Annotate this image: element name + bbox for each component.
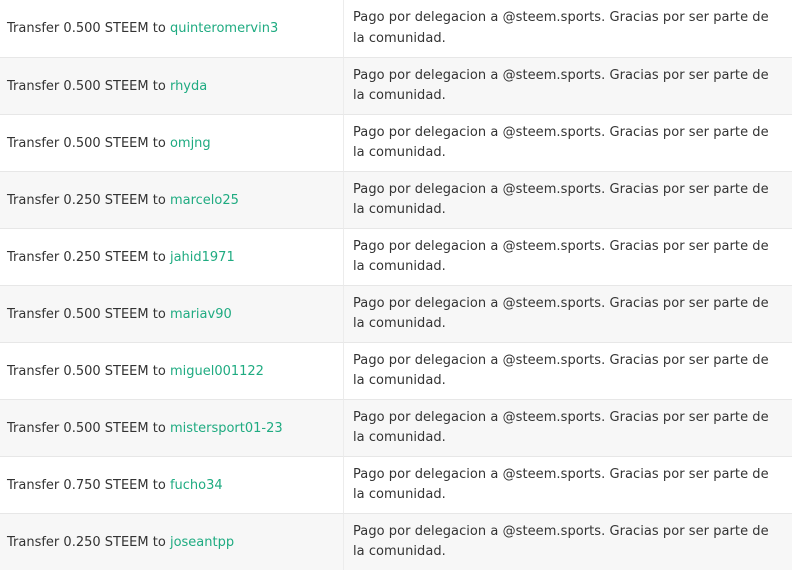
transfer-amount: 0.500 STEEM bbox=[63, 135, 149, 151]
transfer-prefix: Transfer bbox=[7, 534, 60, 550]
transfer-memo: Pago por delegacion a @steem.sports. Gra… bbox=[353, 523, 769, 560]
transfer-operation-cell: Transfer 0.500 STEEM to mariav90 bbox=[0, 285, 344, 342]
transfer-operation-cell: Transfer 0.250 STEEM to joseantpp bbox=[0, 513, 344, 570]
transfer-memo-cell: Pago por delegacion a @steem.sports. Gra… bbox=[344, 114, 792, 171]
transfer-memo-cell: Pago por delegacion a @steem.sports. Gra… bbox=[344, 57, 792, 114]
transfer-memo: Pago por delegacion a @steem.sports. Gra… bbox=[353, 181, 769, 218]
transfer-to-word: to bbox=[152, 363, 166, 379]
transfer-memo-cell: Pago por delegacion a @steem.sports. Gra… bbox=[344, 342, 792, 399]
recipient-account-link[interactable]: fucho34 bbox=[170, 478, 223, 493]
transfer-to-word: to bbox=[152, 249, 166, 265]
transfer-amount: 0.500 STEEM bbox=[63, 420, 149, 436]
transfer-prefix: Transfer bbox=[7, 420, 60, 436]
recipient-account-link[interactable]: joseantpp bbox=[170, 535, 234, 550]
transfer-to-word: to bbox=[152, 192, 166, 208]
transfer-prefix: Transfer bbox=[7, 135, 60, 151]
recipient-account-link[interactable]: jahid1971 bbox=[170, 250, 235, 265]
table-row: Transfer 0.500 STEEM to omjng Pago por d… bbox=[0, 114, 792, 171]
recipient-account-link[interactable]: rhyda bbox=[170, 79, 207, 94]
transfer-amount: 0.500 STEEM bbox=[63, 363, 149, 379]
recipient-account-link[interactable]: quinteromervin3 bbox=[170, 21, 278, 36]
transfer-operation-cell: Transfer 0.500 STEEM to miguel001122 bbox=[0, 342, 344, 399]
transfer-memo-cell: Pago por delegacion a @steem.sports. Gra… bbox=[344, 285, 792, 342]
transfer-amount: 0.250 STEEM bbox=[63, 192, 149, 208]
transfer-amount: 0.500 STEEM bbox=[63, 306, 149, 322]
transfer-prefix: Transfer bbox=[7, 477, 60, 493]
transfer-memo: Pago por delegacion a @steem.sports. Gra… bbox=[353, 295, 769, 332]
recipient-account-link[interactable]: mariav90 bbox=[170, 307, 232, 322]
transfer-prefix: Transfer bbox=[7, 21, 60, 36]
transfer-operation-cell: Transfer 0.500 STEEM to rhyda bbox=[0, 57, 344, 114]
table-row: Transfer 0.500 STEEM to rhyda Pago por d… bbox=[0, 57, 792, 114]
transfer-prefix: Transfer bbox=[7, 192, 60, 208]
transfer-history-table: Transfer 0.500 STEEM to quinteromervin3 … bbox=[0, 0, 792, 570]
transfer-amount: 0.500 STEEM bbox=[63, 78, 149, 94]
transfer-to-word: to bbox=[152, 78, 166, 94]
transfer-memo: Pago por delegacion a @steem.sports. Gra… bbox=[353, 10, 769, 46]
transfer-prefix: Transfer bbox=[7, 306, 60, 322]
transfer-history-body: Transfer 0.500 STEEM to quinteromervin3 … bbox=[0, 0, 792, 570]
transfer-prefix: Transfer bbox=[7, 249, 60, 265]
transfer-amount: 0.250 STEEM bbox=[63, 534, 149, 550]
transfer-amount: 0.250 STEEM bbox=[63, 249, 149, 265]
transfer-amount: 0.500 STEEM bbox=[63, 21, 149, 36]
table-row: Transfer 0.500 STEEM to miguel001122 Pag… bbox=[0, 342, 792, 399]
transfer-to-word: to bbox=[152, 477, 166, 493]
transfer-operation-cell: Transfer 0.500 STEEM to quinteromervin3 bbox=[0, 0, 344, 57]
table-row: Transfer 0.500 STEEM to mariav90 Pago po… bbox=[0, 285, 792, 342]
transfer-memo: Pago por delegacion a @steem.sports. Gra… bbox=[353, 409, 769, 446]
transfer-to-word: to bbox=[152, 420, 166, 436]
transfer-memo: Pago por delegacion a @steem.sports. Gra… bbox=[353, 124, 769, 161]
transfer-to-word: to bbox=[152, 306, 166, 322]
transfer-memo-cell: Pago por delegacion a @steem.sports. Gra… bbox=[344, 456, 792, 513]
recipient-account-link[interactable]: mistersport01-23 bbox=[170, 421, 283, 436]
table-row: Transfer 0.250 STEEM to jahid1971 Pago p… bbox=[0, 228, 792, 285]
transfer-memo-cell: Pago por delegacion a @steem.sports. Gra… bbox=[344, 399, 792, 456]
transfer-operation-cell: Transfer 0.250 STEEM to jahid1971 bbox=[0, 228, 344, 285]
transfer-memo-cell: Pago por delegacion a @steem.sports. Gra… bbox=[344, 513, 792, 570]
transfer-operation-cell: Transfer 0.500 STEEM to mistersport01-23 bbox=[0, 399, 344, 456]
recipient-account-link[interactable]: omjng bbox=[170, 136, 211, 151]
table-row: Transfer 0.500 STEEM to quinteromervin3 … bbox=[0, 0, 792, 57]
transfer-memo: Pago por delegacion a @steem.sports. Gra… bbox=[353, 466, 769, 503]
transfer-memo-cell: Pago por delegacion a @steem.sports. Gra… bbox=[344, 0, 792, 57]
table-row: Transfer 0.250 STEEM to joseantpp Pago p… bbox=[0, 513, 792, 570]
transfer-operation-cell: Transfer 0.250 STEEM to marcelo25 bbox=[0, 171, 344, 228]
transfer-memo-cell: Pago por delegacion a @steem.sports. Gra… bbox=[344, 171, 792, 228]
transfer-to-word: to bbox=[152, 534, 166, 550]
transfer-operation-cell: Transfer 0.750 STEEM to fucho34 bbox=[0, 456, 344, 513]
table-row: Transfer 0.250 STEEM to marcelo25 Pago p… bbox=[0, 171, 792, 228]
transfer-to-word: to bbox=[152, 21, 166, 36]
transfer-amount: 0.750 STEEM bbox=[63, 477, 149, 493]
transfer-memo-cell: Pago por delegacion a @steem.sports. Gra… bbox=[344, 228, 792, 285]
table-row: Transfer 0.500 STEEM to mistersport01-23… bbox=[0, 399, 792, 456]
transfer-memo: Pago por delegacion a @steem.sports. Gra… bbox=[353, 238, 769, 275]
transfer-memo: Pago por delegacion a @steem.sports. Gra… bbox=[353, 67, 769, 104]
transfer-to-word: to bbox=[152, 135, 166, 151]
recipient-account-link[interactable]: miguel001122 bbox=[170, 364, 264, 379]
transfer-memo: Pago por delegacion a @steem.sports. Gra… bbox=[353, 352, 769, 389]
transfer-prefix: Transfer bbox=[7, 363, 60, 379]
recipient-account-link[interactable]: marcelo25 bbox=[170, 193, 239, 208]
table-row: Transfer 0.750 STEEM to fucho34 Pago por… bbox=[0, 456, 792, 513]
transfer-prefix: Transfer bbox=[7, 78, 60, 94]
transfer-operation-cell: Transfer 0.500 STEEM to omjng bbox=[0, 114, 344, 171]
